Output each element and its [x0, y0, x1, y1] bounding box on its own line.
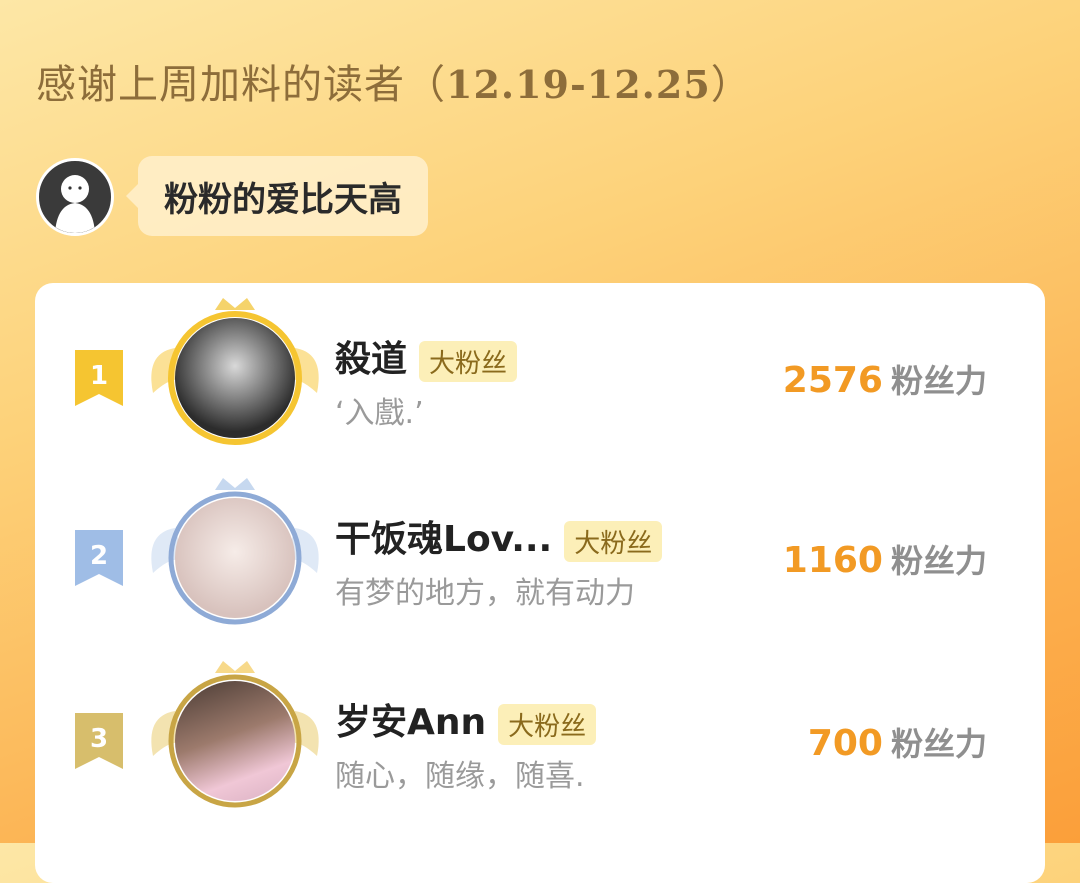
fan-score: 2576 粉丝力	[783, 356, 987, 402]
rank-number: 1	[90, 361, 108, 391]
username[interactable]: 岁安Ann 大粉丝	[335, 693, 597, 745]
fan-score-value: 1160	[782, 540, 883, 581]
user-motto: 随心，随缘，随喜.	[335, 759, 585, 794]
host-avatar[interactable]	[36, 158, 114, 236]
rank-number: 3	[90, 724, 108, 754]
rank-2-badge-icon: 2	[75, 530, 123, 586]
username[interactable]: 殺道 大粉丝	[335, 330, 518, 382]
title-prefix: 感谢上周加料的读者（	[36, 62, 446, 108]
ranking-row[interactable]: 1 殺道 大粉丝 ‘入戲.’ 2576 粉丝力	[35, 298, 1045, 458]
page-title: 感谢上周加料的读者（12.19-12.25）	[36, 52, 752, 110]
fan-score: 700 粉丝力	[808, 719, 987, 765]
ranking-row[interactable]: 3 岁安Ann 大粉丝 随心，随缘，随喜. 700 粉丝力	[35, 661, 1045, 821]
fan-score: 1160 粉丝力	[783, 536, 987, 582]
ranking-row[interactable]: 2 干饭魂Lov... 大粉丝 有梦的地方，就有动力 1160 粉丝力	[35, 478, 1045, 638]
fan-score-unit: 粉丝力	[890, 362, 987, 400]
username-text[interactable]: 干饭魂Lov...	[335, 519, 552, 560]
username-text[interactable]: 岁安Ann	[335, 702, 486, 743]
rank-number: 2	[90, 541, 108, 571]
user-avatar[interactable]	[175, 318, 295, 438]
user-avatar[interactable]	[175, 498, 295, 618]
fan-level-badge: 大粉丝	[498, 703, 597, 745]
title-suffix: ）	[710, 62, 752, 108]
fan-score-unit: 粉丝力	[890, 542, 987, 580]
host-name: 粉粉的爱比天高	[126, 156, 428, 236]
fan-level-badge: 大粉丝	[419, 340, 518, 382]
avatar-frame-silver	[145, 478, 325, 628]
avatar-frame-gold	[145, 298, 325, 448]
user-avatar[interactable]	[175, 681, 295, 801]
user-motto: ‘入戲.’	[335, 396, 424, 431]
rank-1-badge-icon: 1	[75, 350, 123, 406]
fan-score-unit: 粉丝力	[890, 725, 987, 763]
title-date-range: 12.19-12.25	[446, 62, 711, 107]
ghost-avatar-icon	[55, 175, 95, 233]
user-motto: 有梦的地方，就有动力	[335, 576, 635, 611]
avatar-frame-bronze	[145, 661, 325, 811]
fan-score-value: 2576	[782, 360, 883, 401]
fan-ranking-card: 1 殺道 大粉丝 ‘入戲.’ 2576 粉丝力 2 干饭魂Lov... 大粉丝 …	[35, 283, 1045, 883]
rank-3-badge-icon: 3	[75, 713, 123, 769]
fan-score-value: 700	[807, 723, 883, 764]
username[interactable]: 干饭魂Lov... 大粉丝	[335, 510, 663, 562]
fan-level-badge: 大粉丝	[564, 520, 663, 562]
username-text[interactable]: 殺道	[335, 339, 407, 380]
